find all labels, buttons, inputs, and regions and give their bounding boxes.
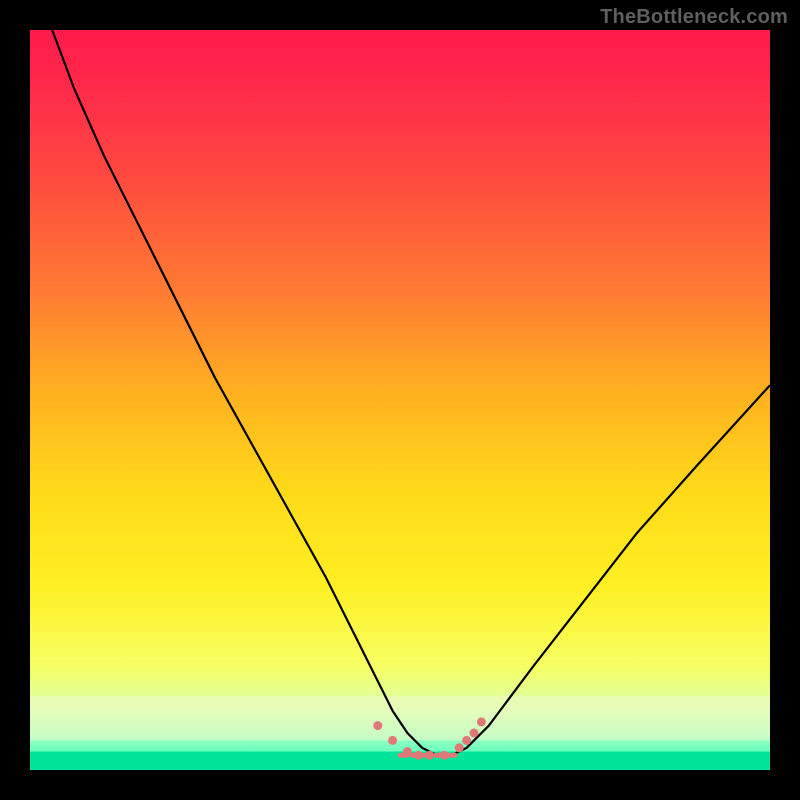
bottom-band-light: [30, 696, 770, 740]
cluster-dot: [455, 743, 464, 752]
bottleneck-chart: [30, 30, 770, 770]
cluster-dot: [388, 736, 397, 745]
cluster-dot: [470, 729, 479, 738]
cluster-dot: [373, 721, 382, 730]
watermark-text: TheBottleneck.com: [600, 6, 788, 29]
cluster-dot: [425, 751, 434, 760]
cluster-dot: [440, 751, 449, 760]
cluster-dot: [403, 747, 412, 756]
cluster-dot: [462, 736, 471, 745]
cluster-dot: [414, 751, 423, 760]
cluster-dot: [477, 717, 486, 726]
chart-frame: TheBottleneck.com: [0, 0, 800, 800]
gradient-bg: [30, 30, 770, 770]
